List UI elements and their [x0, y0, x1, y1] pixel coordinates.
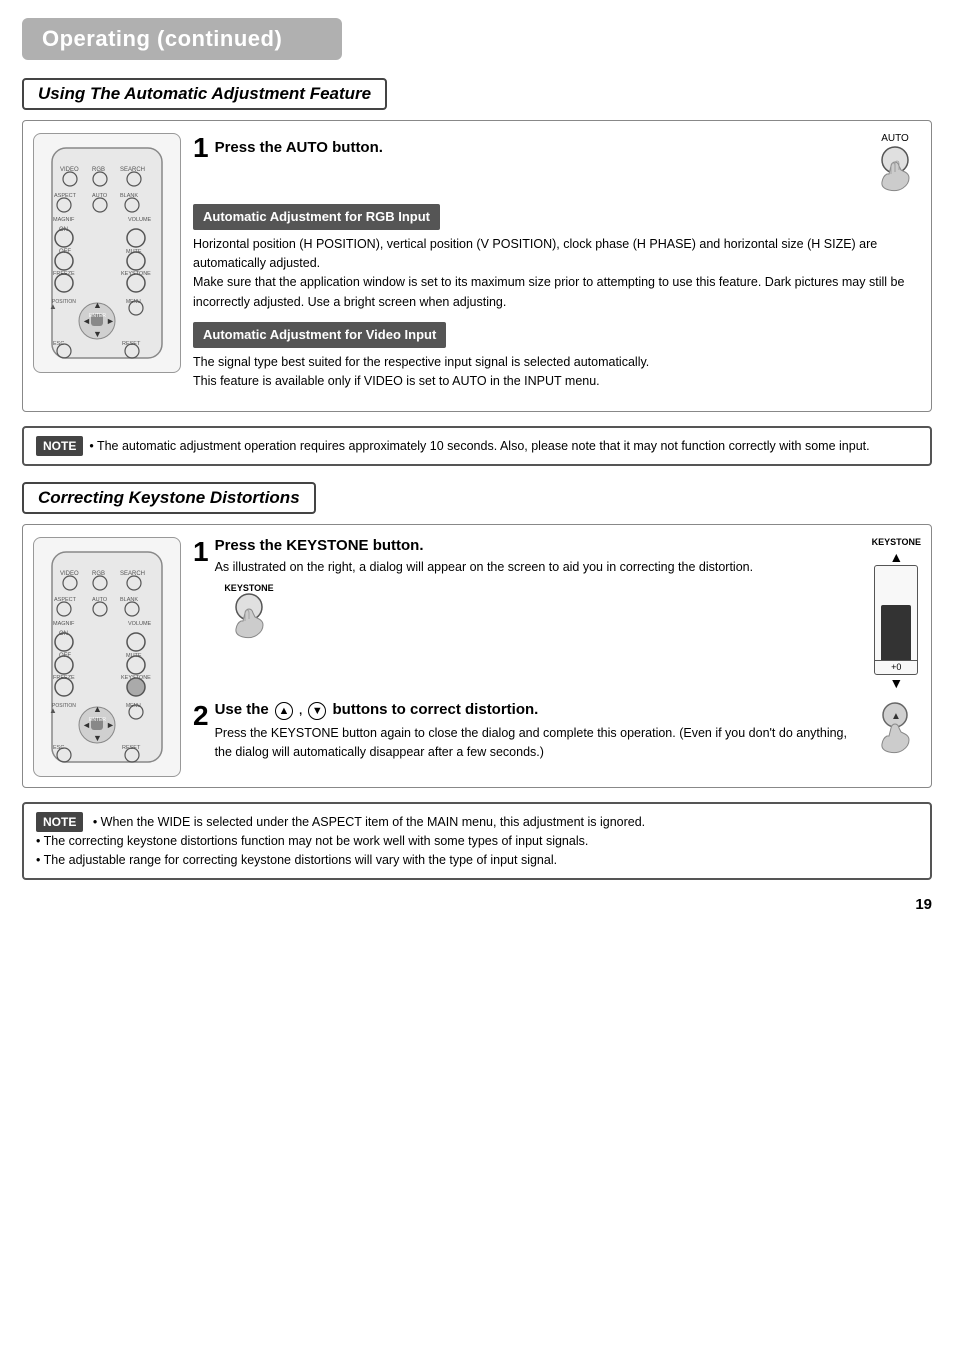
svg-text:MAGNIF: MAGNIF — [53, 217, 75, 223]
keystone-arrow-down: ▼ — [889, 675, 903, 691]
step1-title: Press the AUTO button. — [215, 139, 383, 156]
remote-control-image-1: VIDEO RGB SEARCH ASPECT AUTO BLANK MAGNI… — [33, 133, 181, 373]
note-line-3: • The adjustable range for correcting ke… — [36, 853, 557, 867]
svg-text:▲: ▲ — [93, 300, 102, 310]
svg-text:VOLUME: VOLUME — [128, 217, 152, 223]
step2-title-suffix: buttons to correct distortion. — [333, 701, 539, 718]
note-line-2: • The correcting keystone distortions fu… — [36, 834, 588, 848]
svg-text:▲: ▲ — [49, 706, 57, 715]
video-title: Automatic Adjustment for Video Input — [203, 327, 436, 342]
section2-wrapper: Correcting Keystone Distortions VIDEO RG… — [22, 482, 932, 788]
svg-text:VOLUME: VOLUME — [128, 621, 152, 627]
remote-svg-2: VIDEO RGB SEARCH ASPECT AUTO BLANK MAGNI… — [42, 547, 172, 767]
video-subsection: Automatic Adjustment for Video Input The… — [193, 322, 921, 391]
svg-text:ENTER: ENTER — [89, 717, 106, 723]
keystone-bar-fill — [881, 605, 911, 660]
note-label-1: NOTE — [36, 436, 83, 456]
svg-text:▼: ▼ — [93, 329, 102, 339]
section1-steps: 1 Press the AUTO button. AUTO — [193, 133, 921, 401]
rgb-title: Automatic Adjustment for RGB Input — [203, 209, 430, 224]
svg-text:▼: ▼ — [93, 733, 102, 743]
remote-svg-1: VIDEO RGB SEARCH ASPECT AUTO BLANK MAGNI… — [42, 143, 172, 363]
page-title: Operating (continued) — [42, 26, 322, 52]
keystone-step1-number: 1 — [193, 537, 209, 568]
page-number: 19 — [22, 896, 932, 913]
video-body: The signal type best suited for the resp… — [193, 353, 921, 392]
down-circle-btn: ▼ — [308, 702, 326, 720]
svg-text:▲: ▲ — [93, 704, 102, 714]
page-title-bar: Operating (continued) — [22, 18, 342, 60]
keystone-hand-label: KEYSTONE — [224, 583, 273, 593]
note-box-1: NOTE • The automatic adjustment operation… — [22, 426, 932, 466]
svg-text:▲: ▲ — [891, 711, 901, 722]
keystone-step2-title: Use the ▲ , ▼ buttons to correct distort… — [215, 701, 861, 720]
keystone-step2-number: 2 — [193, 701, 209, 732]
section1-content: VIDEO RGB SEARCH ASPECT AUTO BLANK MAGNI… — [33, 133, 921, 401]
section2-steps: 1 Press the KEYSTONE button. As illustra… — [193, 537, 921, 774]
note-box-2: NOTE • When the WIDE is selected under t… — [22, 802, 932, 880]
rgb-title-box: Automatic Adjustment for RGB Input — [193, 204, 440, 230]
keystone-arrow-up: ▲ — [889, 549, 903, 565]
svg-text:▲: ▲ — [49, 302, 57, 311]
keystone-bar-label: KEYSTONE — [872, 537, 921, 547]
section2-content: VIDEO RGB SEARCH ASPECT AUTO BLANK MAGNI… — [33, 537, 921, 777]
rgb-body: Horizontal position (H POSITION), vertic… — [193, 235, 921, 313]
section2-step1: 1 Press the KEYSTONE button. As illustra… — [193, 537, 921, 691]
rgb-subsection: Automatic Adjustment for RGB Input Horiz… — [193, 204, 921, 312]
keystone-step1-title: Press the KEYSTONE button. — [215, 537, 754, 554]
auto-icon-area: AUTO — [869, 133, 921, 194]
svg-text:MAGNIF: MAGNIF — [53, 621, 75, 627]
keystone-bar-zero: +0 — [875, 660, 917, 672]
auto-label: AUTO — [881, 133, 909, 144]
svg-text:►: ► — [106, 720, 115, 730]
section2-heading: Correcting Keystone Distortions — [38, 488, 300, 508]
remote-control-image-2: VIDEO RGB SEARCH ASPECT AUTO BLANK MAGNI… — [33, 537, 181, 777]
up-circle-btn: ▲ — [275, 702, 293, 720]
svg-text:►: ► — [106, 316, 115, 326]
section1-step1: 1 Press the AUTO button. AUTO — [193, 133, 921, 194]
keystone-bar: KEYSTONE ▲ +0 ▼ — [872, 537, 921, 691]
svg-text:ENTER: ENTER — [89, 313, 106, 319]
page-number-text: 19 — [915, 896, 932, 913]
section2-heading-box: Correcting Keystone Distortions — [22, 482, 316, 514]
step2-hand-icon: ▲ — [869, 701, 921, 764]
section1-heading: Using The Automatic Adjustment Feature — [38, 84, 371, 104]
step2-icon-svg: ▲ — [869, 701, 921, 761]
section1-wrapper: Using The Automatic Adjustment Feature V… — [22, 78, 932, 412]
note-label-2: NOTE — [36, 812, 83, 832]
video-title-box: Automatic Adjustment for Video Input — [193, 322, 446, 348]
keystone-bar-visual: +0 — [874, 565, 918, 675]
section1-content-wrapper: VIDEO RGB SEARCH ASPECT AUTO BLANK MAGNI… — [22, 120, 932, 412]
keystone-button-icon — [223, 593, 275, 641]
step1-number: 1 — [193, 133, 209, 164]
section2-step2: 2 Use the ▲ , ▼ buttons to correct disto… — [193, 701, 921, 764]
step2-title-prefix: Use the — [215, 701, 273, 718]
note-line-1: • When the WIDE is selected under the AS… — [93, 815, 645, 829]
keystone-step2-body: Press the KEYSTONE button again to close… — [215, 724, 861, 762]
keystone-step1-body: As illustrated on the right, a dialog wi… — [215, 558, 754, 577]
section1-heading-box: Using The Automatic Adjustment Feature — [22, 78, 387, 110]
auto-button-icon — [869, 146, 921, 194]
section2-content-wrapper: VIDEO RGB SEARCH ASPECT AUTO BLANK MAGNI… — [22, 524, 932, 788]
note-text-1: • The automatic adjustment operation req… — [89, 439, 869, 453]
